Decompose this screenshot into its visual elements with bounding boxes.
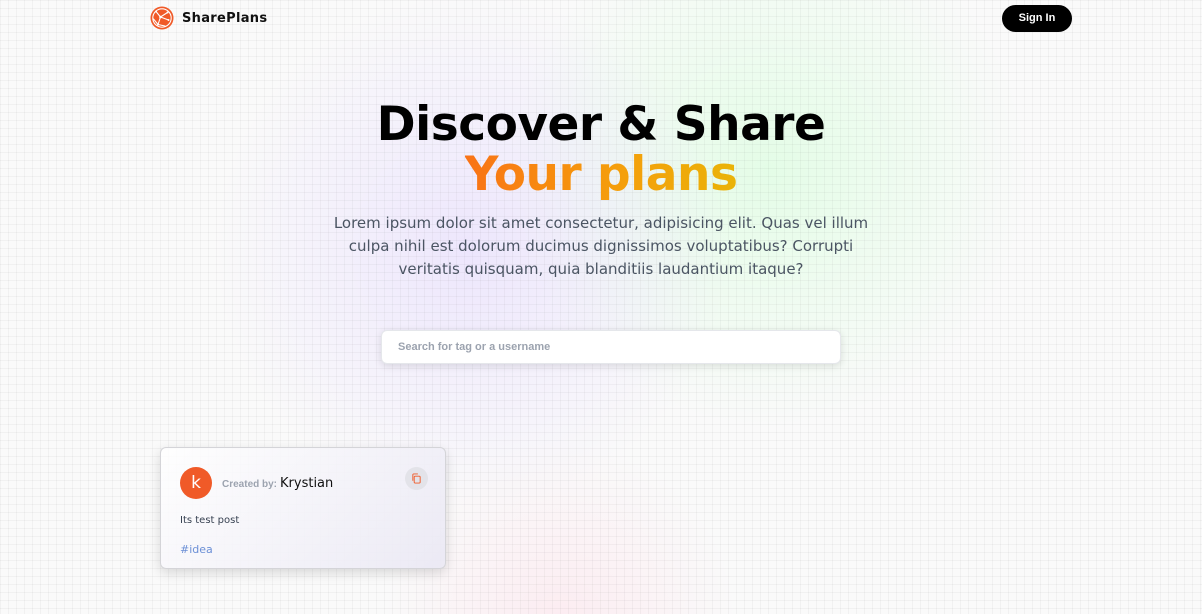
globe-network-icon: [150, 6, 174, 30]
creator-username[interactable]: Krystian: [280, 476, 333, 491]
copy-button[interactable]: [405, 467, 428, 490]
page: SharePlans Sign In Discover & Share Your…: [0, 0, 1202, 614]
search-bar: [381, 330, 841, 364]
hero-section: Discover & Share Your plans Lorem ipsum …: [0, 100, 1202, 281]
brand-link[interactable]: SharePlans: [150, 6, 267, 30]
navbar: SharePlans Sign In: [150, 0, 1072, 36]
post-tag[interactable]: #idea: [180, 543, 213, 556]
hero-description: Lorem ipsum dolor sit amet consectetur, …: [333, 214, 869, 278]
avatar[interactable]: k: [180, 467, 212, 499]
post-text: Its test post: [180, 515, 240, 526]
hero-title-accent: Your plans: [464, 147, 738, 202]
created-by-label: Created by:: [222, 479, 278, 490]
post-creator: Created by: Krystian: [222, 476, 333, 491]
sign-in-button[interactable]: Sign In: [1002, 4, 1072, 32]
hero-title: Discover & Share Your plans: [0, 100, 1202, 200]
copy-icon: [412, 473, 421, 484]
post-card: k Created by: Krystian Its test post #id…: [160, 447, 446, 569]
search-input[interactable]: [381, 330, 841, 364]
hero-title-line1: Discover & Share: [376, 97, 826, 152]
brand-name: SharePlans: [182, 10, 268, 26]
